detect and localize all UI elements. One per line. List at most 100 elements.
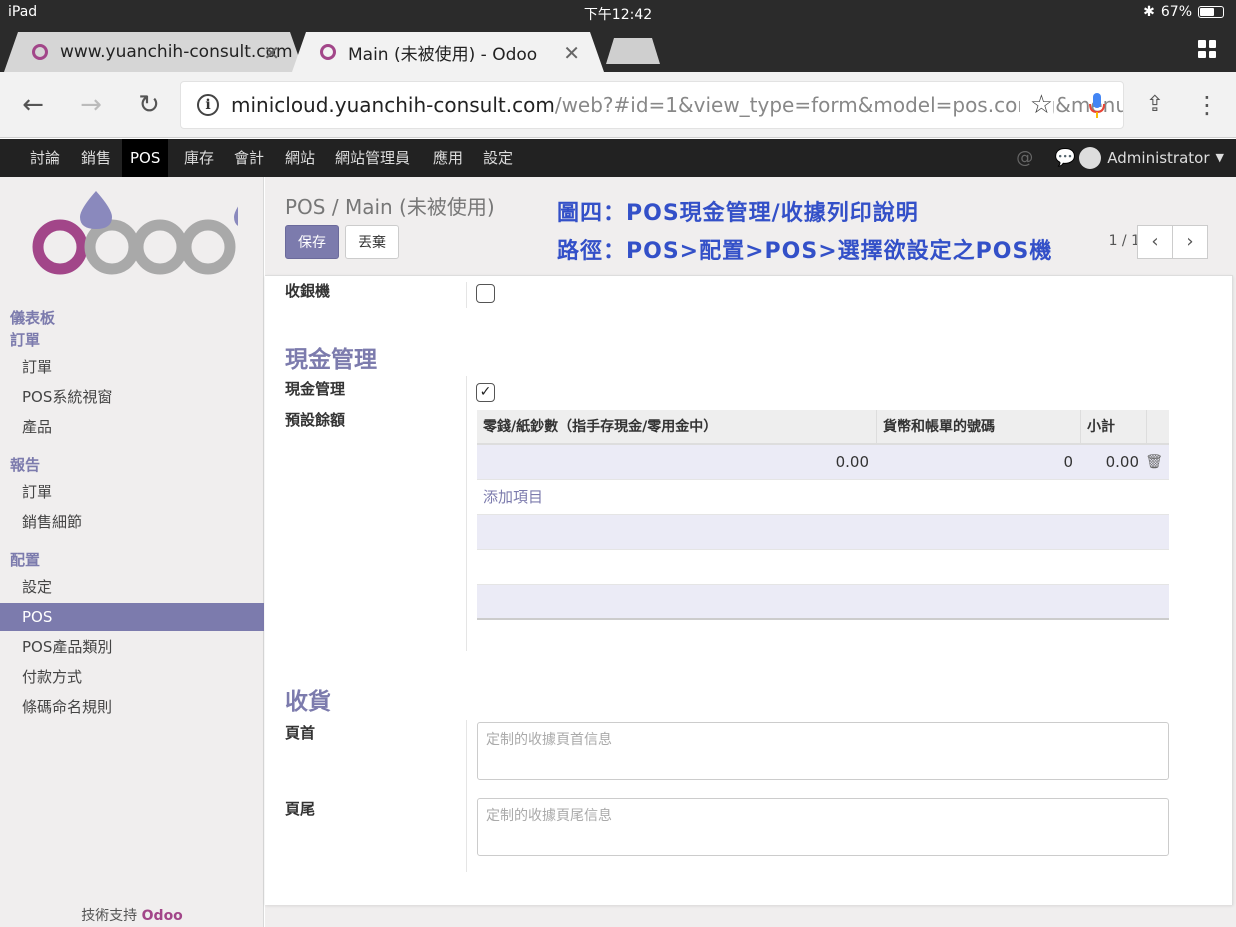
sidebar-item-settings[interactable]: 設定 bbox=[0, 573, 264, 601]
browser-toolbar: ← → ↻ i minicloud.yuanchih-consult.com/w… bbox=[0, 72, 1236, 138]
receipt-title: 收貨 bbox=[285, 689, 331, 715]
caret-down-icon: ▼ bbox=[1215, 151, 1224, 164]
column-header-coin-value[interactable]: 零錢/紙鈔數（指手存現金/零用金中） bbox=[477, 410, 877, 445]
menu-item-website[interactable]: 網站 bbox=[277, 139, 323, 177]
url-host: minicloud.yuanchih-consult.com bbox=[231, 93, 555, 117]
close-tab-icon[interactable]: ✕ bbox=[563, 41, 580, 65]
back-arrow-icon[interactable]: ← bbox=[14, 86, 52, 124]
cash-control-label: 現金管理 bbox=[285, 380, 346, 398]
cashbox-lines-table: 零錢/紙鈔數（指手存現金/零用金中） 貨幣和帳單的號碼 小計 0.00 0 0.… bbox=[477, 410, 1169, 630]
add-line-link[interactable]: 添加項目 bbox=[483, 480, 543, 515]
nav-icons: @ 💬 bbox=[1016, 148, 1076, 168]
status-right: ✱ 67% bbox=[1143, 4, 1224, 20]
table-row bbox=[477, 585, 1169, 620]
default-balance-label: 預設餘額 bbox=[285, 411, 346, 429]
breadcrumb-parent[interactable]: POS / bbox=[285, 195, 339, 219]
close-tab-icon[interactable]: ✕ bbox=[263, 41, 280, 65]
pager-counter: 1 / 1 bbox=[1108, 233, 1140, 249]
powered-by: 技術支持 Odoo bbox=[0, 905, 264, 925]
odoo-main-menu: 討論 銷售 POS 庫存 會計 網站 網站管理員 應用 設定 @ 💬 Admin… bbox=[0, 139, 1236, 177]
receipt-footer-input[interactable]: 定制的收據頁尾信息 bbox=[477, 798, 1169, 856]
menu-item-apps[interactable]: 應用 bbox=[425, 139, 471, 177]
menu-item-sales[interactable]: 銷售 bbox=[73, 139, 119, 177]
sidebar-item-products[interactable]: 產品 bbox=[0, 413, 264, 441]
column-header-number[interactable]: 貨幣和帳單的號碼 bbox=[877, 410, 1081, 445]
odoo-favicon-icon bbox=[320, 44, 336, 60]
avatar bbox=[1079, 147, 1102, 169]
browser-tab-odoo-main[interactable]: Main (未被使用) - Odoo ✕ bbox=[292, 32, 604, 72]
sidebar-item-barcode-nomenclature[interactable]: 條碼命名規則 bbox=[0, 693, 264, 721]
annotation-path: 路徑：POS>配置>POS>選擇欲設定之POS機 bbox=[557, 239, 1053, 264]
tab-switcher-icon[interactable] bbox=[1198, 40, 1216, 58]
receipt-footer-label: 頁尾 bbox=[285, 800, 316, 818]
table-row bbox=[477, 550, 1169, 585]
user-menu[interactable]: Administrator ▼ bbox=[1079, 139, 1224, 177]
info-icon[interactable]: i bbox=[197, 94, 219, 116]
subtotal-cell: 0.00 bbox=[1105, 453, 1139, 471]
pager-next-button[interactable]: › bbox=[1172, 225, 1208, 259]
browser-tab-strip: www.yuanchih-consult.com ✕ Main (未被使用) -… bbox=[0, 26, 1236, 72]
sidebar: 儀表板 訂單 訂單 POS系統視窗 產品 報告 訂單 銷售細節 配置 設定 PO… bbox=[0, 177, 264, 927]
add-line-row: 添加項目 bbox=[477, 480, 1169, 515]
pager-previous-button[interactable]: ‹ bbox=[1137, 225, 1173, 259]
user-name: Administrator bbox=[1107, 149, 1210, 167]
sidebar-section-orders: 訂單 bbox=[10, 331, 41, 349]
sidebar-item-report-orders[interactable]: 訂單 bbox=[0, 478, 264, 506]
sidebar-dashboard[interactable]: 儀表板 bbox=[10, 307, 55, 328]
sidebar-item-payment-methods[interactable]: 付款方式 bbox=[0, 663, 264, 691]
breadcrumb: POS / Main (未被使用) bbox=[285, 191, 495, 220]
coin-value-cell[interactable]: 0.00 bbox=[836, 445, 869, 480]
status-bar: iPad 下午12:42 ✱ 67% bbox=[0, 0, 1236, 26]
tab-title: Main (未被使用) - Odoo bbox=[348, 44, 538, 65]
trash-icon[interactable]: 🗑 bbox=[1145, 445, 1163, 480]
cashier-label: 收銀機 bbox=[285, 282, 331, 300]
odoo-favicon-icon bbox=[32, 44, 48, 60]
receipt-header-input[interactable]: 定制的收據頁首信息 bbox=[477, 722, 1169, 780]
discard-button[interactable]: 丟棄 bbox=[345, 225, 399, 259]
breadcrumb-current: Main (未被使用) bbox=[344, 195, 495, 219]
menu-item-accounting[interactable]: 會計 bbox=[226, 139, 272, 177]
main-content: POS / Main (未被使用) 保存 丟棄 圖四：POS現金管理/收據列印說… bbox=[265, 177, 1236, 927]
menu-item-website-admin[interactable]: 網站管理員 bbox=[327, 139, 418, 177]
receipt-header-label: 頁首 bbox=[285, 724, 316, 742]
menu-item-settings[interactable]: 設定 bbox=[475, 139, 521, 177]
address-bar[interactable]: i minicloud.yuanchih-consult.com/web?#id… bbox=[180, 81, 1124, 129]
powered-by-brand[interactable]: Odoo bbox=[142, 908, 183, 924]
powered-by-prefix: 技術支持 bbox=[81, 908, 138, 924]
form-sheet: 收銀機 現金管理 現金管理 ✓ 預設餘額 零錢/紙鈔數（指手存現金/零用金中） … bbox=[265, 275, 1233, 905]
menu-item-discuss[interactable]: 討論 bbox=[22, 139, 68, 177]
menu-item-pos[interactable]: POS bbox=[122, 139, 169, 177]
sidebar-item-pos-session[interactable]: POS系統視窗 bbox=[0, 383, 264, 411]
mention-icon[interactable]: @ bbox=[1016, 148, 1033, 168]
table-header: 零錢/紙鈔數（指手存現金/零用金中） 貨幣和帳單的號碼 小計 bbox=[477, 410, 1169, 445]
share-icon[interactable]: ⇪ bbox=[1136, 86, 1174, 124]
new-tab-button[interactable] bbox=[606, 38, 660, 64]
sidebar-section-configuration: 配置 bbox=[10, 551, 41, 569]
battery-percent: 67% bbox=[1160, 4, 1192, 20]
more-menu-icon[interactable]: ⋮ bbox=[1188, 86, 1226, 124]
cash-control-checkbox[interactable]: ✓ bbox=[476, 383, 495, 402]
table-row[interactable]: 0.00 0 0.00 🗑 bbox=[477, 445, 1169, 480]
number-cell[interactable]: 0 bbox=[1063, 445, 1073, 480]
sidebar-item-pos[interactable]: POS bbox=[0, 603, 264, 631]
sidebar-item-orders[interactable]: 訂單 bbox=[0, 353, 264, 381]
clock: 下午12:42 bbox=[583, 7, 653, 23]
table-row bbox=[477, 515, 1169, 550]
tab-title: www.yuanchih-consult.com bbox=[60, 42, 293, 62]
menu-item-inventory[interactable]: 庫存 bbox=[176, 139, 222, 177]
annotation-title: 圖四：POS現金管理/收據列印說明 bbox=[557, 201, 919, 226]
column-header-subtotal[interactable]: 小計 bbox=[1081, 410, 1147, 445]
chat-icon[interactable]: 💬 bbox=[1055, 148, 1076, 168]
save-button[interactable]: 保存 bbox=[285, 225, 339, 259]
sidebar-item-pos-categories[interactable]: POS產品類別 bbox=[0, 633, 264, 661]
microphone-icon[interactable] bbox=[1089, 92, 1105, 120]
sidebar-item-sales-details[interactable]: 銷售細節 bbox=[0, 508, 264, 536]
bookmark-star-icon[interactable]: ☆ bbox=[1019, 90, 1053, 120]
reload-icon[interactable]: ↻ bbox=[130, 86, 168, 124]
cashier-checkbox[interactable] bbox=[476, 284, 495, 303]
odoo-logo[interactable] bbox=[28, 187, 238, 277]
browser-tab-yuanchih[interactable]: www.yuanchih-consult.com ✕ bbox=[4, 32, 304, 72]
cash-management-title: 現金管理 bbox=[285, 347, 377, 373]
sidebar-section-reports: 報告 bbox=[10, 456, 41, 474]
forward-arrow-icon[interactable]: → bbox=[72, 86, 110, 124]
